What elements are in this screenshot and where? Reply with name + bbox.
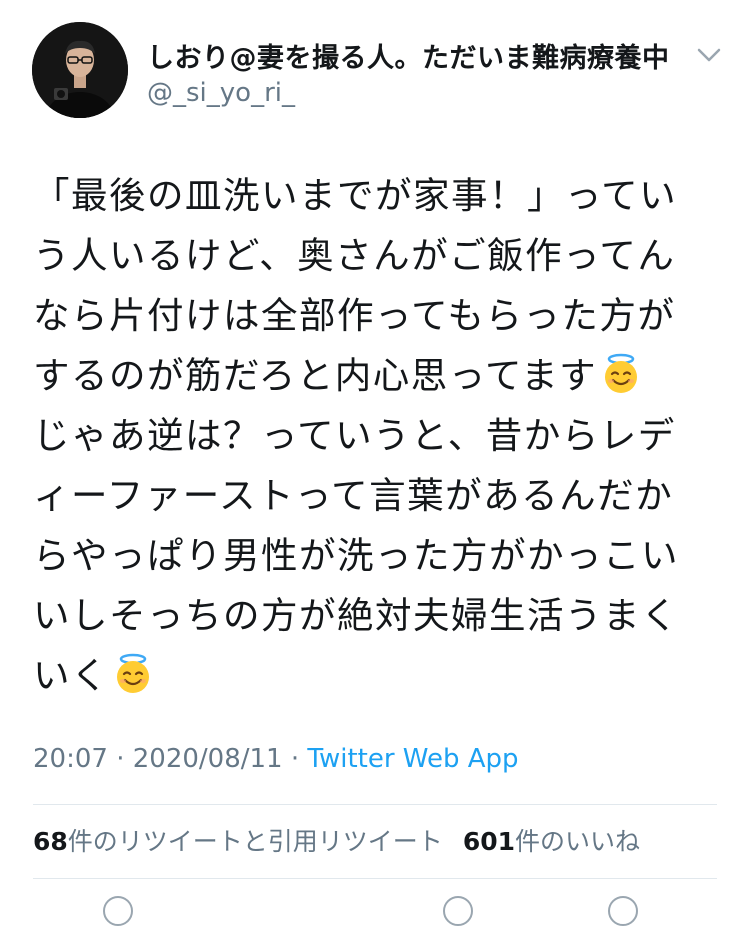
avatar[interactable] [32, 22, 128, 118]
tweet-line: いく [33, 654, 109, 697]
avatar-photo [32, 22, 128, 118]
retweets-label: 件のリツイートと引用リツイート [67, 827, 443, 856]
tweet-meta: 20:07 · 2020/08/11 · Twitter Web App [33, 744, 519, 774]
user-handle[interactable]: @_si_yo_ri_ [147, 78, 295, 108]
tweet-line: う人いるけど、奥さんがご飯作ってん [33, 234, 676, 277]
tweet-line-with-emoji: するのが筋だろと内心思ってます [33, 346, 723, 406]
retweets-count: 68 [33, 827, 68, 856]
tweet-detail: しおり@妻を撮る人。ただいま難病療養中 @_si_yo_ri_ 「最後の皿洗いま… [0, 0, 750, 926]
tweet-date: 2020/08/11 [132, 744, 283, 774]
tweet-line: ィーファーストって言葉があるんだか [33, 474, 674, 517]
like-icon[interactable] [443, 896, 473, 926]
reply-icon[interactable] [103, 896, 133, 926]
tweet-line: するのが筋だろと内心思ってます [33, 354, 598, 397]
tweet-line: いしそっちの方が絶対夫婦生活うまく [33, 594, 679, 637]
tweet-line: じゃあ逆は？っていうと、昔からレデ [33, 414, 676, 457]
share-icon[interactable] [608, 896, 638, 926]
meta-separator: · [116, 744, 125, 774]
likes-count: 601 [462, 827, 515, 856]
likes-label: 件のいいね [515, 827, 641, 856]
likes-stat[interactable]: 601件のいいね [463, 827, 640, 856]
tweet-time: 20:07 [33, 744, 108, 774]
tweet-stats: 68件のリツイートと引用リツイート 601件のいいね [33, 822, 640, 858]
smiling-face-with-halo-icon [599, 352, 643, 396]
meta-separator: · [290, 744, 300, 774]
retweets-stat[interactable]: 68件のリツイートと引用リツイート [33, 827, 443, 856]
chevron-down-icon[interactable] [694, 44, 724, 66]
divider [33, 804, 717, 805]
tweet-line-with-emoji: いく [33, 646, 723, 706]
tweet-line: らやっぱり男性が洗った方がかっこい [33, 534, 679, 577]
tweet-text: 「最後の皿洗いまでが家事！」ってい う人いるけど、奥さんがご飯作ってん なら片付… [33, 166, 723, 706]
tweet-line: 「最後の皿洗いまでが家事！」ってい [33, 174, 678, 217]
display-name[interactable]: しおり@妻を撮る人。ただいま難病療養中 [147, 36, 670, 75]
smiling-face-with-halo-icon [111, 652, 155, 696]
tweet-source-link[interactable]: Twitter Web App [307, 744, 518, 774]
tweet-line: なら片付けは全部作ってもらった方が [33, 294, 676, 337]
divider [33, 878, 717, 879]
